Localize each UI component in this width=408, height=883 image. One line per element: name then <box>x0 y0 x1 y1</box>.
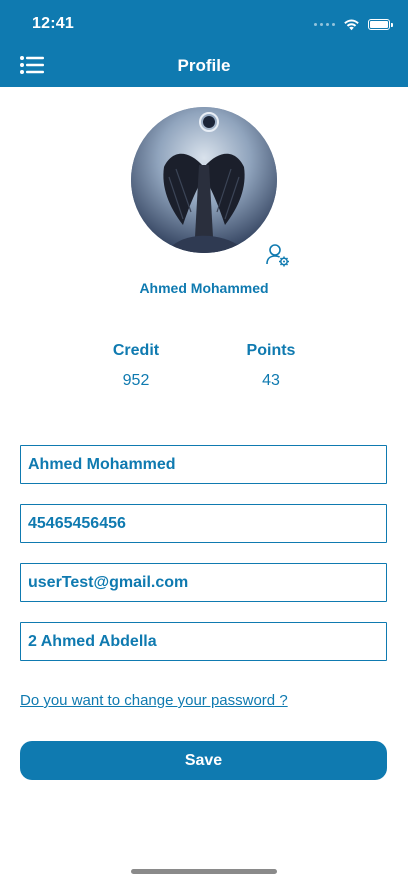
phone-field[interactable] <box>20 504 387 543</box>
signal-icon <box>314 22 335 26</box>
page-title: Profile <box>177 56 231 75</box>
points-value: 43 <box>262 372 280 389</box>
status-time: 12:41 <box>32 15 74 32</box>
status-indicators <box>314 14 393 34</box>
credit-label: Credit <box>112 342 160 359</box>
profile-name: Ahmed Mohammed <box>139 280 269 296</box>
change-password-link[interactable]: Do you want to change your password ? <box>20 692 288 709</box>
email-field[interactable] <box>20 563 387 602</box>
full-name-field[interactable] <box>20 445 387 484</box>
user-settings-icon[interactable] <box>265 242 291 268</box>
wifi-icon <box>344 19 359 30</box>
address-field[interactable] <box>20 622 387 661</box>
app-header: 12:41 Profile <box>0 0 408 87</box>
points-label: Points <box>246 342 296 359</box>
avatar <box>131 107 277 253</box>
save-button[interactable]: Save <box>20 741 387 780</box>
credit-value: 952 <box>122 372 150 389</box>
home-indicator <box>131 869 277 874</box>
battery-icon <box>368 18 393 30</box>
